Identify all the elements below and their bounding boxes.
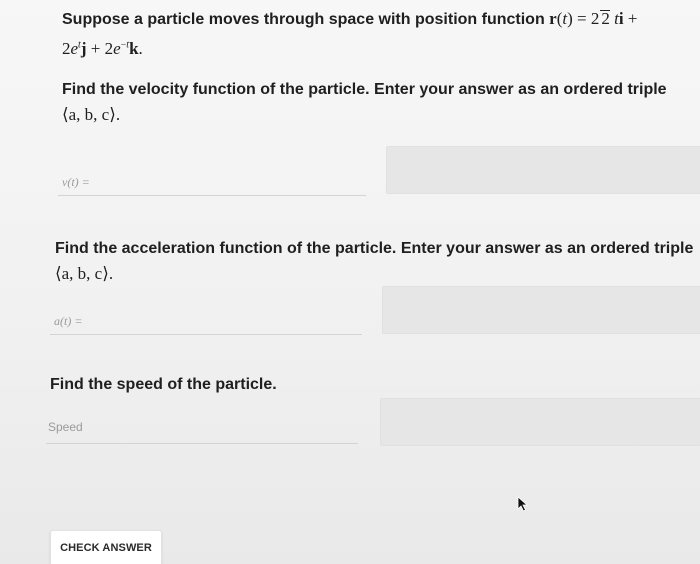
acceleration-prompt: Find the acceleration function of the pa…	[55, 240, 694, 257]
acceleration-question: Find the acceleration function of the pa…	[55, 236, 695, 287]
acceleration-field-underline[interactable]	[50, 334, 362, 335]
velocity-field-label: v(t) =	[62, 175, 90, 189]
speed-prompt: Find the speed of the particle.	[50, 376, 277, 393]
speed-field-placeholder: Speed	[48, 420, 83, 434]
acceleration-field-label: a(t) =	[54, 314, 83, 328]
speed-answer-box[interactable]	[380, 398, 700, 446]
mouse-cursor-icon	[517, 496, 529, 512]
problem-statement: Suppose a particle moves through space w…	[62, 6, 692, 62]
velocity-prompt: Find the velocity function of the partic…	[62, 81, 667, 98]
velocity-format: ⟨a, b, c⟩.	[62, 105, 121, 124]
speed-field-underline[interactable]	[46, 443, 358, 444]
velocity-answer-box[interactable]	[386, 146, 700, 194]
velocity-field-underline[interactable]	[58, 195, 366, 196]
page: Suppose a particle moves through space w…	[0, 0, 700, 564]
speed-question: Find the speed of the particle.	[50, 372, 670, 397]
acceleration-format: ⟨a, b, c⟩.	[55, 264, 114, 283]
velocity-question: Find the velocity function of the partic…	[62, 77, 682, 128]
problem-intro: Suppose a particle moves through space w…	[62, 11, 545, 28]
acceleration-answer-box[interactable]	[382, 286, 700, 334]
check-answer-button[interactable]: CHECK ANSWER	[50, 530, 162, 564]
